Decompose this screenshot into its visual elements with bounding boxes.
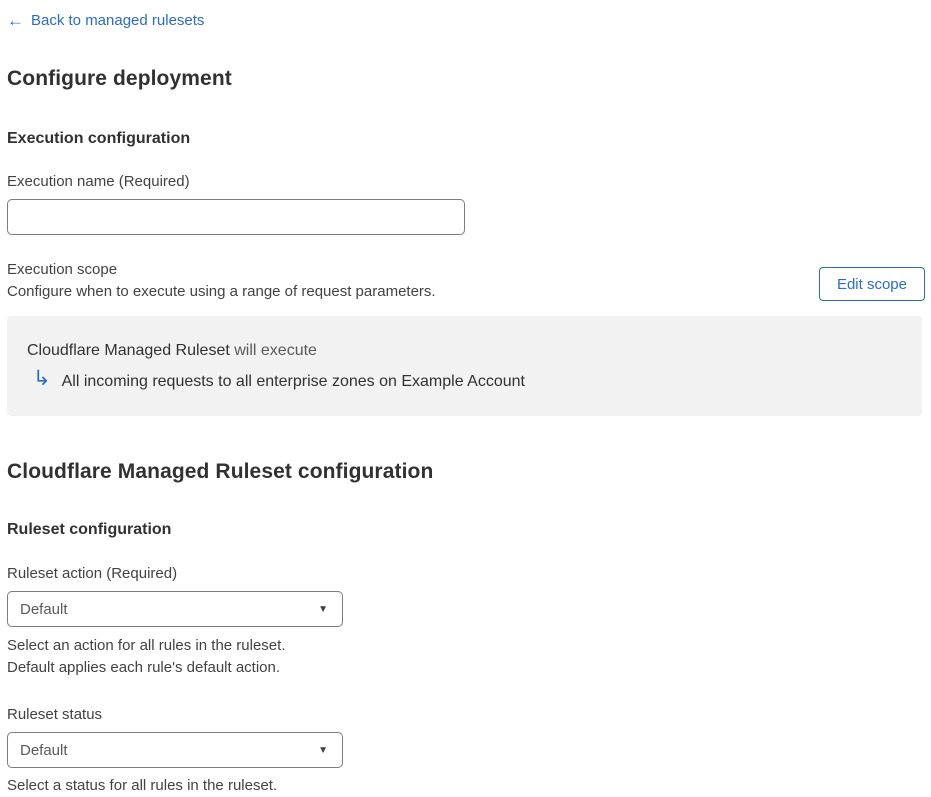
chevron-down-icon: ▼ (318, 603, 328, 615)
chevron-down-icon: ▼ (318, 744, 328, 756)
edit-scope-button[interactable]: Edit scope (818, 267, 925, 301)
ruleset-action-select[interactable]: Default ▼ (7, 591, 343, 627)
scope-summary-detail: ↳ All incoming requests to all enterpris… (27, 367, 902, 392)
ruleset-configuration-title: Cloudflare Managed Ruleset configuration (7, 460, 434, 483)
execution-configuration-heading: Execution configuration (7, 130, 191, 147)
ruleset-action-label: Ruleset action (Required) (7, 565, 178, 582)
execution-configuration-section: Execution configuration Execution name (… (7, 130, 925, 416)
will-execute-text: will execute (229, 342, 317, 359)
ruleset-action-field: Ruleset action (Required) Default ▼ Sele… (7, 565, 925, 679)
ruleset-status-select[interactable]: Default ▼ (7, 732, 343, 768)
scope-summary-text: All incoming requests to all enterprise … (61, 372, 525, 390)
ruleset-status-help: Select a status for all rules in the rul… (7, 777, 278, 794)
page-title: Configure deployment (7, 67, 232, 90)
ruleset-status-value: Default (20, 741, 68, 759)
return-arrow-icon: ↳ (33, 367, 51, 390)
ruleset-status-field: Ruleset status Default ▼ Select a status… (7, 706, 925, 797)
ruleset-action-value: Default (20, 600, 68, 618)
back-to-managed-rulesets-link[interactable]: ← Back to managed rulesets (7, 12, 204, 29)
scope-summary-headline: Cloudflare Managed Ruleset will execute (27, 342, 902, 360)
ruleset-configuration-subheading: Ruleset configuration (7, 521, 172, 538)
execution-scope-description: Configure when to execute using a range … (7, 283, 436, 300)
configure-deployment-page: ← Back to managed rulesets Configure dep… (0, 0, 931, 797)
execution-scope-row: Execution scope Configure when to execut… (7, 261, 925, 301)
back-link-label: Back to managed rulesets (31, 12, 205, 29)
execution-scope-label: Execution scope (7, 261, 118, 278)
execution-name-input[interactable] (7, 199, 465, 235)
ruleset-status-label: Ruleset status (7, 706, 103, 723)
execution-scope-text: Execution scope Configure when to execut… (7, 261, 436, 300)
scope-summary-panel: Cloudflare Managed Ruleset will execute … (7, 316, 922, 416)
ruleset-action-help-line-1: Select an action for all rules in the ru… (7, 637, 286, 654)
ruleset-action-help-line-2: Default applies each rule's default acti… (7, 659, 281, 676)
ruleset-name-text: Cloudflare Managed Ruleset (27, 342, 230, 359)
ruleset-configuration-section: Cloudflare Managed Ruleset configuration… (7, 460, 925, 797)
execution-name-label: Execution name (Required) (7, 173, 190, 190)
back-arrow-icon: ← (7, 11, 24, 30)
